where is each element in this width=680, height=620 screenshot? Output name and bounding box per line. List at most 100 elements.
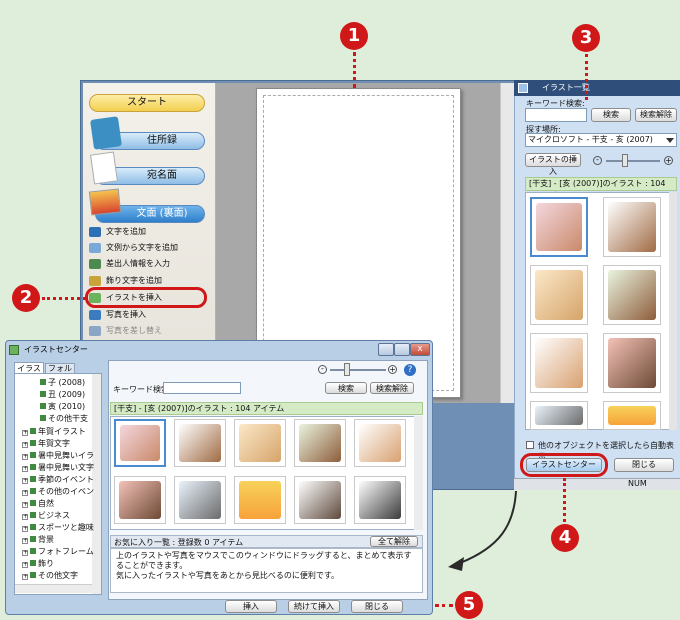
illustration-thumb[interactable] xyxy=(603,333,661,393)
maximize-button[interactable] xyxy=(394,343,410,356)
tree-item[interactable]: + 暑中見舞い文字 xyxy=(22,463,94,473)
expand-icon[interactable]: + xyxy=(22,550,28,556)
tree-item[interactable]: + 飾り xyxy=(22,559,54,569)
help-icon[interactable]: ? xyxy=(404,364,416,376)
folder-icon xyxy=(40,403,46,409)
tree-label: 丑 (2009) xyxy=(48,390,86,399)
tree-item[interactable]: + その他のイベン xyxy=(22,487,94,497)
tree-item[interactable]: + 年賀文字 xyxy=(22,439,70,449)
illustration-thumb[interactable] xyxy=(114,419,166,467)
insert-button[interactable]: 挿入 xyxy=(225,600,277,613)
tree-item[interactable]: + ビジネス xyxy=(22,511,70,521)
search-button[interactable]: 検索 xyxy=(325,382,367,394)
menu-label: 写真を差し替え xyxy=(106,326,162,335)
tree-item[interactable]: + 季節のイベント xyxy=(22,475,94,485)
illustration-thumb[interactable] xyxy=(530,333,588,393)
tree-item[interactable]: 寅 (2010) xyxy=(40,402,85,412)
zoom-slider[interactable] xyxy=(330,369,386,371)
thumbnail-scrollbar[interactable] xyxy=(669,192,677,430)
expand-icon[interactable]: + xyxy=(22,574,28,580)
expand-icon[interactable]: + xyxy=(22,466,28,472)
expand-icon[interactable]: + xyxy=(22,430,28,436)
expand-icon[interactable]: + xyxy=(22,526,28,532)
search-button[interactable]: 検索 xyxy=(591,108,631,122)
illustration-thumb[interactable] xyxy=(234,476,286,524)
illustration-thumb[interactable] xyxy=(603,265,661,325)
illustration-thumb[interactable] xyxy=(603,401,661,430)
tree-item[interactable]: + 背景 xyxy=(22,535,54,545)
tree-item[interactable]: + スポーツと趣味 xyxy=(22,523,94,533)
replace-photo-icon xyxy=(89,326,101,336)
tree-item[interactable]: 丑 (2009) xyxy=(40,390,85,400)
menu-label: 文字を追加 xyxy=(106,227,146,236)
illustration-thumb[interactable] xyxy=(530,197,588,257)
tree-item[interactable]: その他干支 xyxy=(40,414,88,424)
auto-show-checkbox[interactable] xyxy=(526,441,534,449)
menu-sender-info[interactable]: 差出人情報を入力 xyxy=(86,256,211,272)
illustration-thumb[interactable] xyxy=(294,419,346,467)
panel-icon xyxy=(518,83,528,93)
tree-item[interactable]: + 自然 xyxy=(22,499,54,509)
close-panel-button[interactable]: 閉じる xyxy=(614,458,674,472)
expand-icon[interactable]: + xyxy=(22,538,28,544)
tree-item[interactable]: + 年賀イラスト xyxy=(22,427,86,437)
tree-item[interactable]: 子 (2008) xyxy=(40,378,85,388)
boar-plum-illustration xyxy=(536,203,582,251)
expand-icon[interactable]: + xyxy=(22,454,28,460)
tree-label: 暑中見舞い文字 xyxy=(38,463,94,472)
illustration-thumb[interactable] xyxy=(354,419,406,467)
zoom-out-icon[interactable]: - xyxy=(318,365,327,374)
zoom-slider-thumb[interactable] xyxy=(344,363,350,376)
illustration-thumb[interactable] xyxy=(234,419,286,467)
illustration-thumb[interactable] xyxy=(603,197,661,257)
menu-add-text[interactable]: 文字を追加 xyxy=(86,224,211,240)
expand-icon[interactable]: + xyxy=(22,502,28,508)
zoom-slider-thumb[interactable] xyxy=(622,154,628,167)
folder-icon xyxy=(30,560,36,566)
illustration-thumb[interactable] xyxy=(114,476,166,524)
zoom-slider[interactable] xyxy=(606,160,660,162)
expand-icon[interactable]: + xyxy=(22,442,28,448)
expand-icon[interactable]: + xyxy=(22,562,28,568)
insert-illustration-button[interactable]: イラストの挿入 xyxy=(525,153,581,176)
zoom-out-icon[interactable]: - xyxy=(593,156,602,165)
tree-item[interactable]: + フォトフレーム xyxy=(22,547,94,557)
insert-continue-button[interactable]: 続けて挿入 xyxy=(288,600,340,613)
annotation-4-leader xyxy=(563,478,566,522)
tree-hscrollbar[interactable] xyxy=(15,584,92,593)
illustration-thumb[interactable] xyxy=(174,476,226,524)
zoom-in-icon[interactable]: + xyxy=(664,156,673,165)
illustration-thumb[interactable] xyxy=(174,419,226,467)
expand-icon[interactable]: + xyxy=(22,478,28,484)
num-lock-status: NUM xyxy=(628,479,647,488)
zoom-in-icon[interactable]: + xyxy=(388,365,397,374)
menu-insert-photo[interactable]: 写真を挿入 xyxy=(86,307,211,323)
start-button[interactable]: スタート xyxy=(89,94,205,112)
clear-all-button[interactable]: 全て解除 xyxy=(370,536,418,547)
tree-item[interactable]: + その他文字 xyxy=(22,571,78,581)
clear-search-button[interactable]: 検索解除 xyxy=(635,108,677,122)
illustration-thumb[interactable] xyxy=(354,476,406,524)
folder-icon xyxy=(30,572,36,578)
address-book-icon xyxy=(90,116,122,150)
expand-icon[interactable]: + xyxy=(22,490,28,496)
close-dialog-button[interactable]: 閉じる xyxy=(351,600,403,613)
location-select[interactable]: マイクロソフト - 干支 - 亥 (2007) xyxy=(525,133,677,147)
menu-add-sample-text[interactable]: 文例から文字を追加 xyxy=(86,240,211,256)
annotation-2: 2 xyxy=(12,284,40,312)
close-window-button[interactable]: x xyxy=(410,343,430,356)
keyword-input[interactable] xyxy=(163,382,241,394)
illustration-thumb[interactable] xyxy=(530,265,588,325)
annotation-3: 3 xyxy=(572,24,600,52)
dialog-icon xyxy=(9,345,19,355)
keyword-input[interactable] xyxy=(525,108,587,122)
illustration-thumb[interactable] xyxy=(530,401,588,430)
illustration-thumb[interactable] xyxy=(294,476,346,524)
minimize-button[interactable] xyxy=(378,343,394,356)
tree-item[interactable]: + 暑中見舞いイラ xyxy=(22,451,94,461)
clear-search-button[interactable]: 検索解除 xyxy=(370,382,414,394)
tree-label: ビジネス xyxy=(38,511,70,520)
grid-scrollbar[interactable] xyxy=(414,416,423,530)
expand-icon[interactable]: + xyxy=(22,514,28,520)
canvas-scrollbar[interactable] xyxy=(500,83,514,403)
